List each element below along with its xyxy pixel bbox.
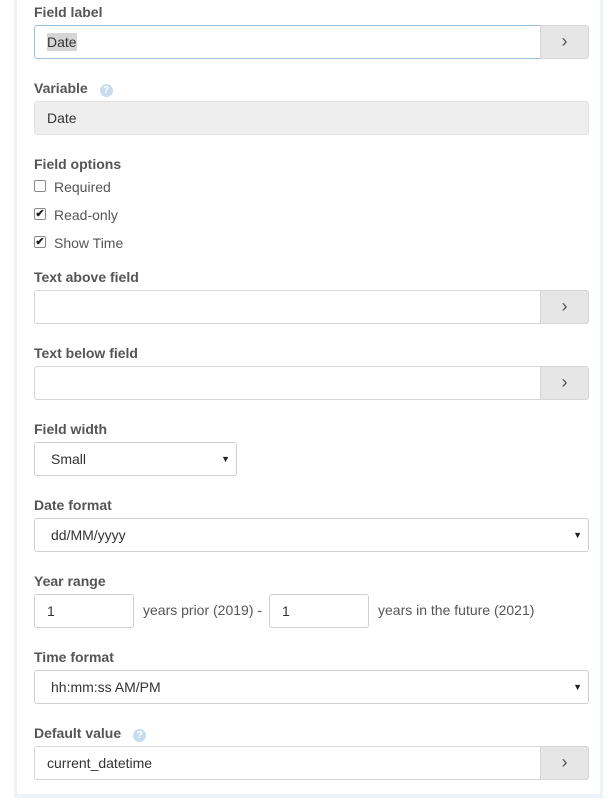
date-format-value: dd/MM/yyyy — [51, 527, 126, 543]
caret-down-icon: ▼ — [221, 454, 230, 464]
field-width-select[interactable]: Small ▼ — [34, 442, 237, 476]
time-format-value: hh:mm:ss AM/PM — [51, 679, 161, 695]
time-format-select[interactable]: hh:mm:ss AM/PM ▼ — [34, 670, 589, 704]
required-label: Required — [54, 179, 111, 195]
chevron-right-icon: › — [561, 372, 568, 392]
default-value-heading: Default value ? — [34, 724, 147, 742]
field-label-group: Date › — [34, 25, 589, 59]
text-below-expand-button[interactable]: › — [540, 366, 589, 400]
text-above-group: › — [34, 290, 589, 324]
read-only-label: Read-only — [54, 207, 118, 223]
text-below-input[interactable] — [34, 366, 540, 400]
chevron-right-icon: › — [561, 752, 568, 772]
variable-heading: Variable ? — [34, 79, 113, 97]
field-label-input[interactable]: Date — [34, 25, 540, 59]
text-above-input[interactable] — [34, 290, 540, 324]
field-label-value: Date — [47, 33, 77, 51]
caret-down-icon: ▼ — [573, 682, 582, 692]
chevron-right-icon: › — [561, 296, 568, 316]
years-prior-text: years prior (2019) - — [143, 602, 263, 618]
field-options-heading: Field options — [34, 156, 122, 172]
default-value-expand-button[interactable]: › — [540, 746, 589, 780]
field-label-expand-button[interactable]: › — [540, 25, 589, 59]
checkbox-box[interactable] — [34, 180, 46, 192]
field-width-heading: Field width — [34, 421, 108, 437]
date-format-select[interactable]: dd/MM/yyyy ▼ — [34, 518, 589, 552]
checkmark-icon[interactable]: ✔ — [34, 208, 46, 220]
text-above-heading: Text above field — [34, 269, 139, 285]
help-icon[interactable]: ? — [99, 84, 113, 97]
chevron-right-icon: › — [561, 31, 568, 51]
show-time-label: Show Time — [54, 235, 124, 251]
time-format-heading: Time format — [34, 649, 114, 665]
default-value-label: Default value — [34, 725, 122, 741]
year-range-heading: Year range — [34, 573, 106, 589]
text-above-expand-button[interactable]: › — [540, 290, 589, 324]
field-width-value: Small — [51, 451, 87, 467]
years-future-text: years in the future (2021) — [378, 602, 535, 618]
variable-label: Variable — [34, 80, 88, 96]
text-below-group: › — [34, 366, 589, 400]
default-value-group: current_datetime › — [34, 746, 589, 780]
years-prior-input[interactable]: 1 — [34, 594, 134, 628]
date-format-heading: Date format — [34, 497, 112, 513]
text-below-heading: Text below field — [34, 345, 138, 361]
default-value-input[interactable]: current_datetime — [34, 746, 540, 780]
caret-down-icon: ▼ — [573, 530, 582, 540]
field-label-heading: Field label — [34, 4, 103, 20]
years-future-input[interactable]: 1 — [269, 594, 369, 628]
variable-field: Date — [34, 101, 589, 135]
help-icon[interactable]: ? — [133, 729, 147, 742]
checkmark-icon[interactable]: ✔ — [34, 236, 46, 248]
